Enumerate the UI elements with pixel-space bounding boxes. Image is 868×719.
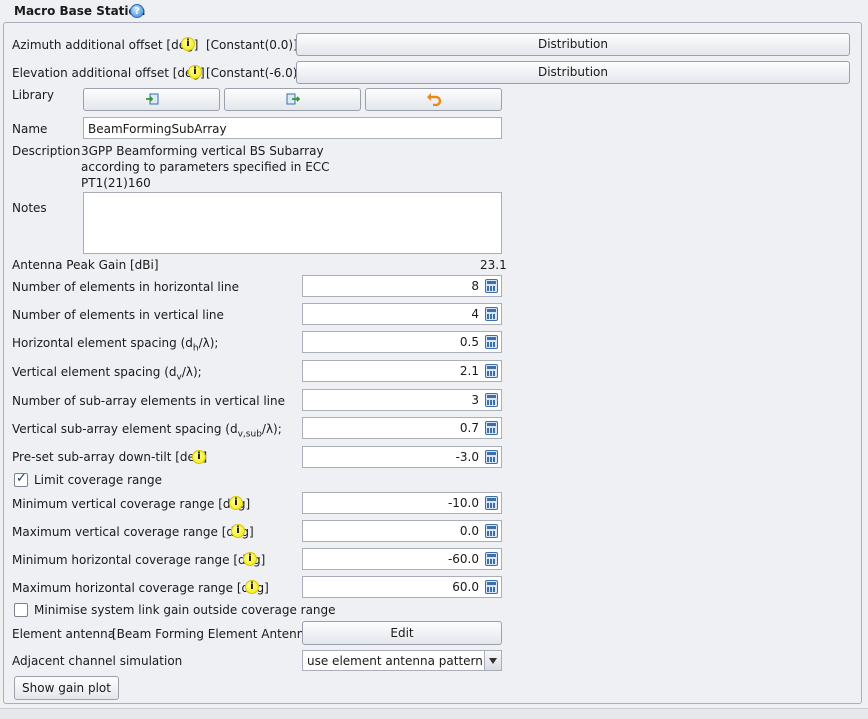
- description-line: PT1(21)160: [81, 176, 151, 190]
- horizontal-elements-value: 8: [471, 279, 479, 293]
- limit-coverage-label: Limit coverage range: [34, 473, 162, 487]
- description-line: 3GPP Beamforming vertical BS Subarray: [81, 144, 324, 158]
- vertical-elements-value: 4: [471, 307, 479, 321]
- element-antenna-edit-button[interactable]: Edit: [302, 621, 502, 645]
- subarray-spacing-value: 0.7: [459, 421, 479, 435]
- horizontal-elements-input[interactable]: 8: [302, 275, 502, 297]
- export-library-icon: [286, 93, 300, 105]
- limit-coverage-checkbox[interactable]: [14, 471, 28, 487]
- vertical-elements-input[interactable]: 4: [302, 303, 502, 325]
- calculator-icon[interactable]: [485, 307, 498, 321]
- min-horizontal-coverage-label: Minimum horizontal coverage range [deg]: [12, 553, 266, 567]
- help-icon[interactable]: ?: [130, 4, 144, 18]
- adjacent-channel-select[interactable]: use element antenna pattern: [302, 650, 502, 671]
- notes-textarea[interactable]: [83, 192, 502, 254]
- import-library-icon: [145, 93, 158, 105]
- max-vertical-coverage-input[interactable]: 0.0: [302, 520, 502, 542]
- max-vertical-coverage-label: Maximum vertical coverage range [deg]: [12, 525, 254, 539]
- subarray-spacing-label: Vertical sub-array element spacing (dv,s…: [12, 422, 282, 440]
- calculator-icon[interactable]: [485, 335, 498, 349]
- subarray-elements-input[interactable]: 3: [302, 389, 502, 411]
- min-vertical-coverage-input[interactable]: -10.0: [302, 492, 502, 514]
- element-antenna-value: [Beam Forming Element Antenna]: [112, 627, 317, 641]
- horizontal-spacing-input[interactable]: 0.5: [302, 331, 502, 353]
- azimuth-info-icon[interactable]: i: [181, 37, 195, 51]
- subarray-elements-value: 3: [471, 393, 479, 407]
- downtilt-label: Pre-set sub-array down-tilt [deg]: [12, 450, 208, 464]
- downtilt-input[interactable]: -3.0: [302, 446, 502, 468]
- max-horizontal-coverage-info-icon[interactable]: i: [245, 580, 259, 594]
- panel-title: Macro Base Station: [14, 4, 146, 18]
- downtilt-value: -3.0: [455, 450, 479, 464]
- min-horizontal-coverage-value: -60.0: [447, 552, 479, 566]
- title-bar: Macro Base Station ?: [0, 0, 868, 22]
- horizontal-elements-label: Number of elements in horizontal line: [12, 280, 240, 294]
- calculator-icon[interactable]: [485, 552, 498, 566]
- description-line: according to parameters specified in ECC: [81, 160, 330, 174]
- horizontal-spacing-label: Horizontal element spacing (dh/λ);: [12, 336, 219, 354]
- elevation-distribution-button[interactable]: Distribution: [296, 61, 850, 84]
- downtilt-info-icon[interactable]: i: [192, 450, 206, 464]
- horizontal-spacing-value: 0.5: [459, 335, 479, 349]
- notes-label: Notes: [12, 201, 47, 215]
- bottom-divider: [0, 708, 868, 719]
- vertical-spacing-input[interactable]: 2.1: [302, 360, 502, 382]
- azimuth-offset-value: [Constant(0.0)]: [206, 38, 298, 52]
- show-gain-plot-button[interactable]: Show gain plot: [14, 676, 119, 700]
- max-horizontal-coverage-input[interactable]: 60.0: [302, 576, 502, 598]
- min-vertical-coverage-info-icon[interactable]: i: [229, 496, 243, 510]
- calculator-icon[interactable]: [485, 580, 498, 594]
- calculator-icon[interactable]: [485, 496, 498, 510]
- max-vertical-coverage-value: 0.0: [459, 524, 479, 538]
- calculator-icon[interactable]: [485, 421, 498, 435]
- min-horizontal-coverage-input[interactable]: -60.0: [302, 548, 502, 570]
- azimuth-offset-label: Azimuth additional offset [deg]: [12, 38, 199, 52]
- antenna-peak-gain-label: Antenna Peak Gain [dBi]: [12, 258, 159, 272]
- minimise-gain-checkbox[interactable]: [14, 603, 28, 617]
- min-horizontal-coverage-info-icon[interactable]: i: [243, 552, 257, 566]
- revert-icon: [426, 93, 441, 106]
- vertical-spacing-label: Vertical element spacing (dv/λ);: [12, 365, 202, 383]
- elevation-info-icon[interactable]: i: [188, 65, 202, 79]
- import-library-button[interactable]: [83, 88, 220, 111]
- export-library-button[interactable]: [224, 88, 361, 111]
- elevation-offset-label: Elevation additional offset [deg]: [12, 66, 205, 80]
- name-label: Name: [12, 122, 48, 136]
- description-label: Description: [12, 144, 81, 158]
- calculator-icon[interactable]: [485, 450, 498, 464]
- vertical-elements-label: Number of elements in vertical line: [12, 308, 224, 322]
- chevron-down-icon[interactable]: [484, 651, 501, 670]
- subarray-elements-label: Number of sub-array elements in vertical…: [12, 394, 285, 408]
- minimise-gain-label: Minimise system link gain outside covera…: [34, 603, 336, 617]
- calculator-icon[interactable]: [485, 279, 498, 293]
- calculator-icon[interactable]: [485, 524, 498, 538]
- calculator-icon[interactable]: [485, 364, 498, 378]
- library-label: Library: [12, 88, 54, 102]
- element-antenna-label: Element antenna: [12, 627, 116, 641]
- max-horizontal-coverage-value: 60.0: [452, 580, 479, 594]
- name-input-value: BeamFormingSubArray: [88, 122, 227, 136]
- adjacent-channel-selected: use element antenna pattern: [307, 654, 483, 668]
- azimuth-distribution-button[interactable]: Distribution: [296, 33, 850, 56]
- adjacent-channel-label: Adjacent channel simulation: [12, 654, 183, 668]
- min-vertical-coverage-value: -10.0: [447, 496, 479, 510]
- calculator-icon[interactable]: [485, 393, 498, 407]
- name-input[interactable]: BeamFormingSubArray: [83, 117, 502, 139]
- subarray-spacing-input[interactable]: 0.7: [302, 417, 502, 439]
- vertical-spacing-value: 2.1: [459, 364, 479, 378]
- revert-button[interactable]: [365, 88, 502, 111]
- antenna-peak-gain-value: 23.1: [480, 258, 507, 272]
- max-horizontal-coverage-label: Maximum horizontal coverage range [deg]: [12, 581, 269, 595]
- max-vertical-coverage-info-icon[interactable]: i: [231, 524, 245, 538]
- min-vertical-coverage-label: Minimum vertical coverage range [deg]: [12, 497, 251, 511]
- elevation-offset-value: [Constant(-6.0)]: [206, 66, 303, 80]
